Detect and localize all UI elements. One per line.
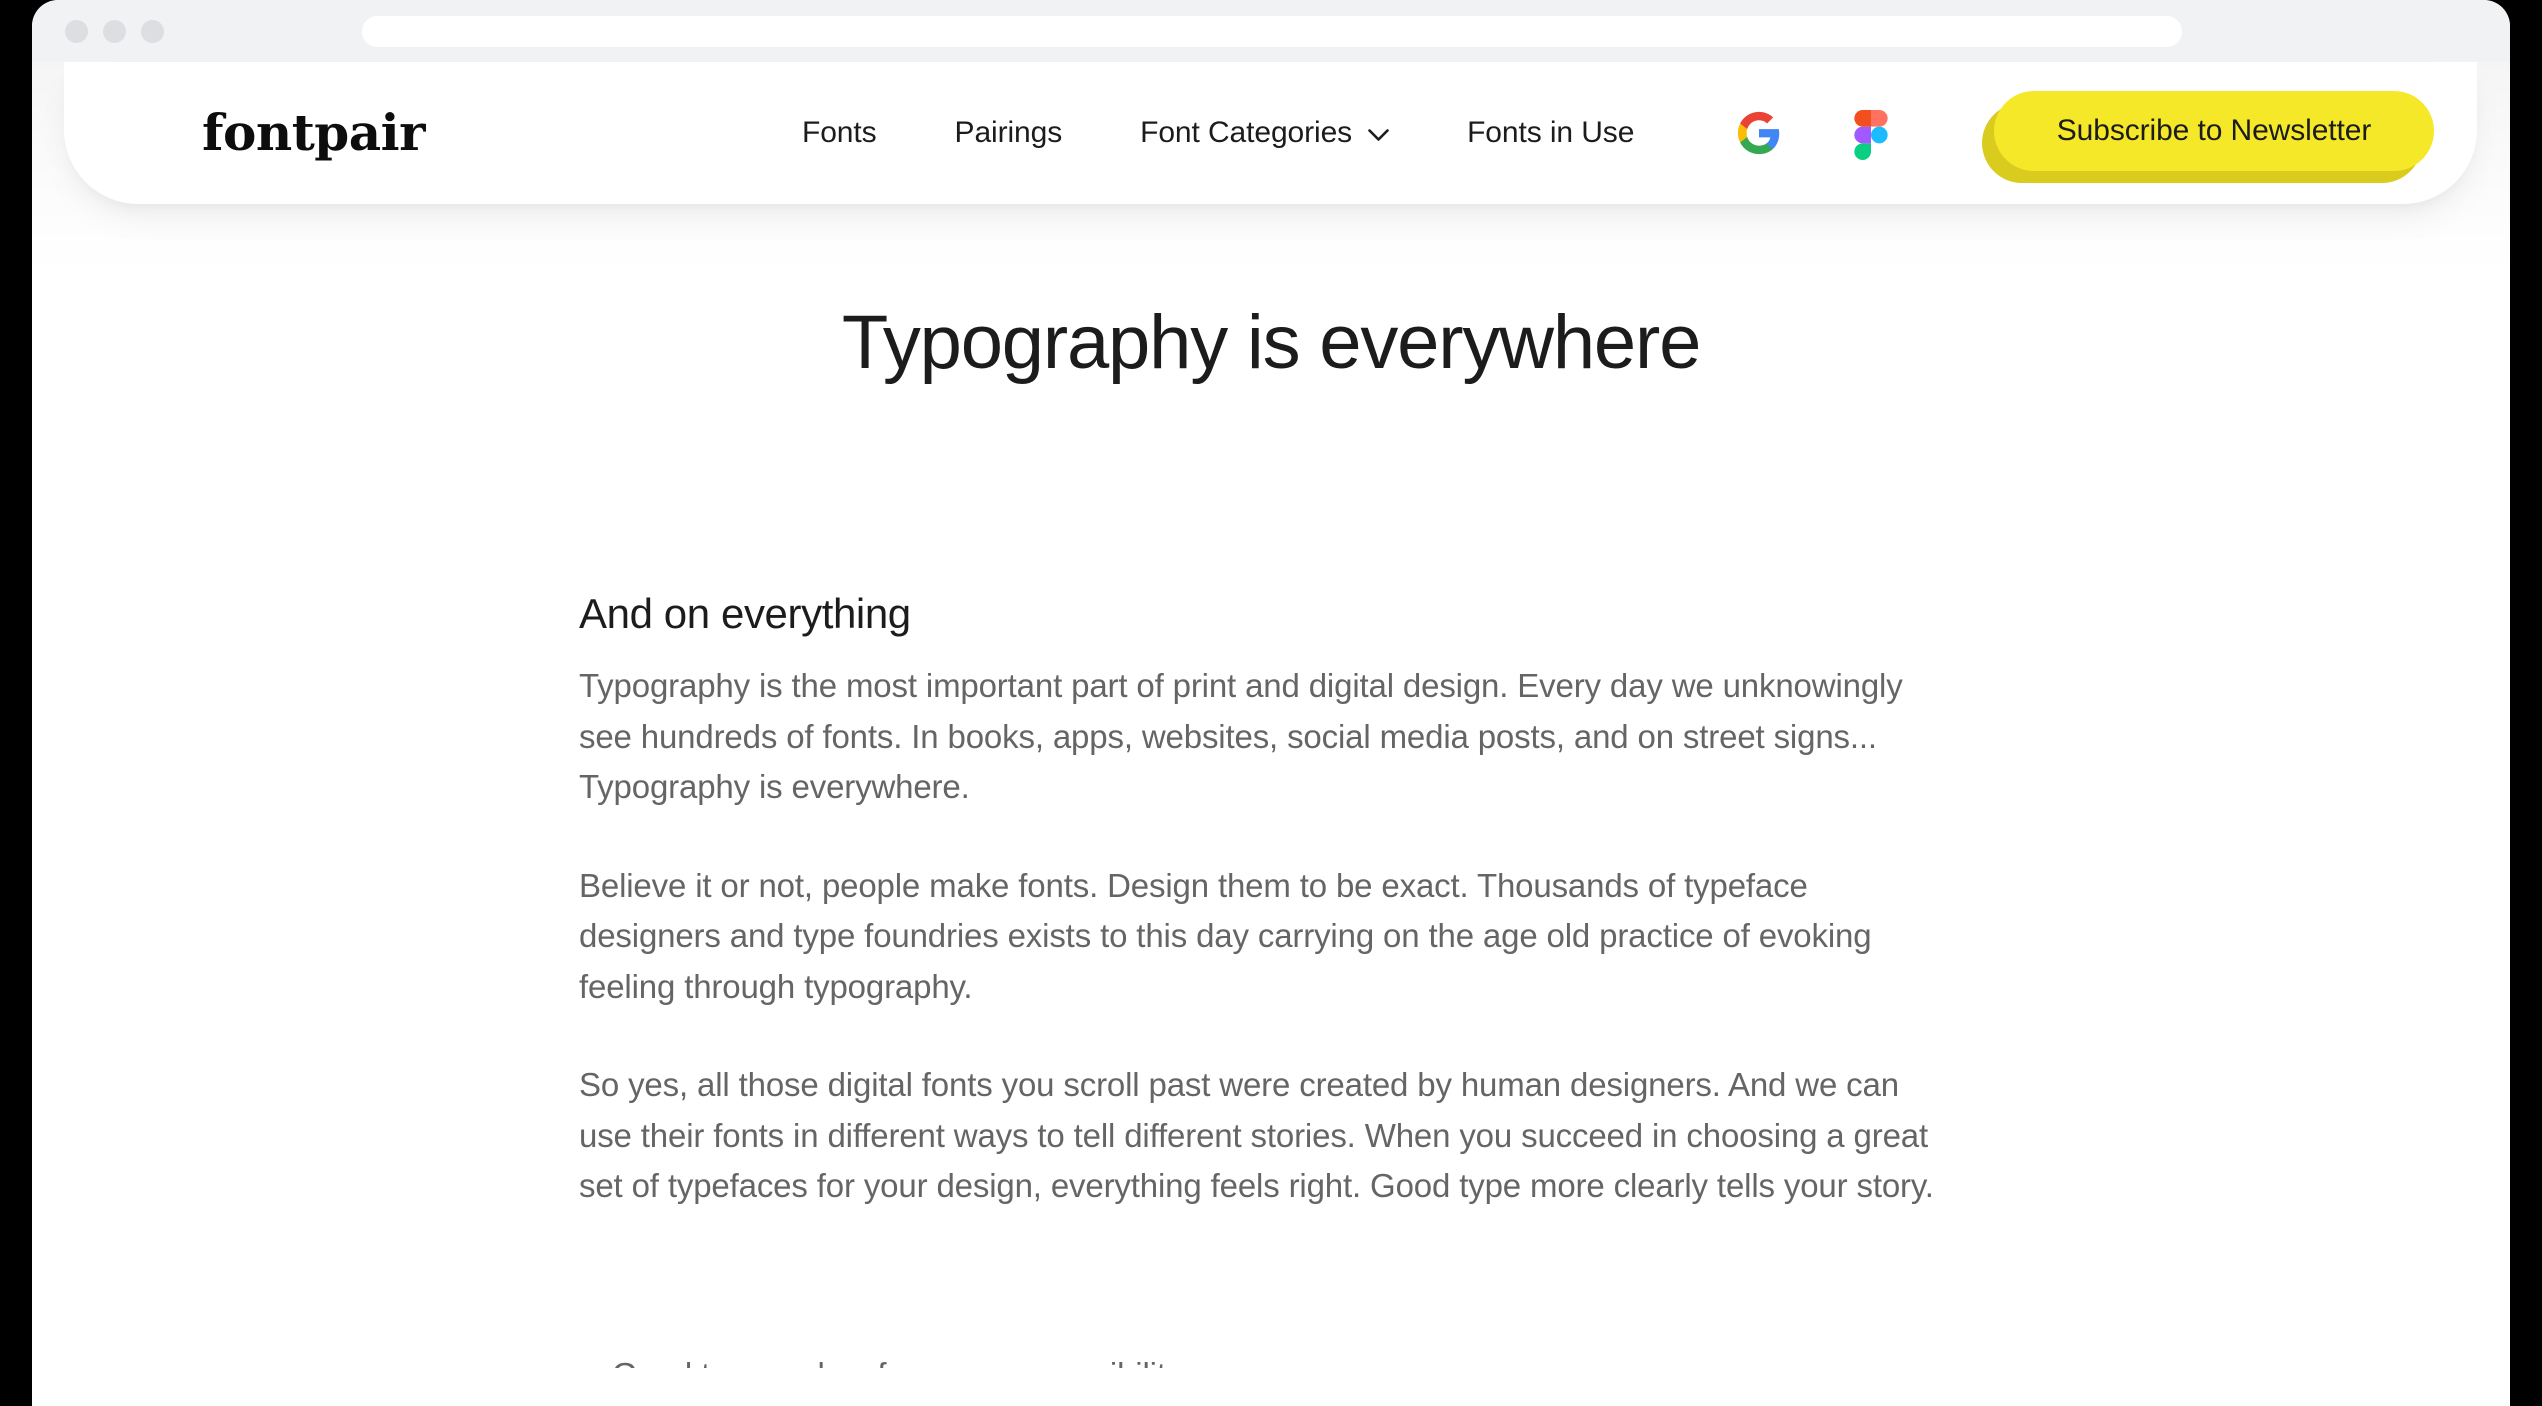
nav-item-fonts[interactable]: Fonts	[802, 116, 877, 150]
subscribe-button-wrapper: Subscribe to Newsletter	[1982, 91, 2434, 183]
article-paragraph: Typography is the most important part of…	[579, 667, 1903, 806]
chevron-down-icon	[1368, 129, 1389, 141]
figma-icon[interactable]	[1854, 110, 1900, 160]
browser-titlebar	[32, 0, 2510, 62]
clipped-list-item-label: Good type makes for more accessibility	[612, 1356, 1182, 1368]
clipped-list-item: Good type makes for more accessibility	[579, 1350, 1979, 1368]
minimize-icon[interactable]	[103, 20, 126, 43]
article-paragraph: Believe it or not, people make fonts. De…	[579, 866, 1872, 1005]
google-icon[interactable]	[1736, 110, 1782, 156]
address-bar[interactable]	[362, 16, 2182, 47]
page-canvas: fontpair Fonts Pairings Font Categories …	[32, 62, 2510, 1406]
site-header: fontpair Fonts Pairings Font Categories …	[64, 62, 2477, 204]
maximize-icon[interactable]	[141, 20, 164, 43]
article-body: And on everything Typography is the most…	[579, 589, 1979, 1212]
article-paragraph: So yes, all those digital fonts you scro…	[579, 1066, 1934, 1205]
nav-item-pairings[interactable]: Pairings	[955, 116, 1063, 150]
close-icon[interactable]	[65, 20, 88, 43]
nav-item-font-categories[interactable]: Font Categories	[1140, 116, 1389, 150]
page-title: Typography is everywhere	[841, 300, 1702, 385]
clipped-list-item-text: Good type makes for more accessibility	[579, 1350, 1939, 1368]
subscribe-newsletter-button[interactable]: Subscribe to Newsletter	[1994, 91, 2434, 171]
traffic-lights	[65, 20, 164, 43]
section-heading: And on everything	[579, 590, 911, 637]
browser-window: fontpair Fonts Pairings Font Categories …	[32, 0, 2510, 1406]
site-logo[interactable]: fontpair	[202, 108, 426, 158]
nav-item-fonts-in-use[interactable]: Fonts in Use	[1467, 116, 1634, 150]
main-navigation: Fonts Pairings Font Categories Fonts in …	[802, 116, 1712, 150]
nav-item-font-categories-label: Font Categories	[1140, 116, 1353, 149]
brand-icon-group	[1736, 110, 1900, 160]
